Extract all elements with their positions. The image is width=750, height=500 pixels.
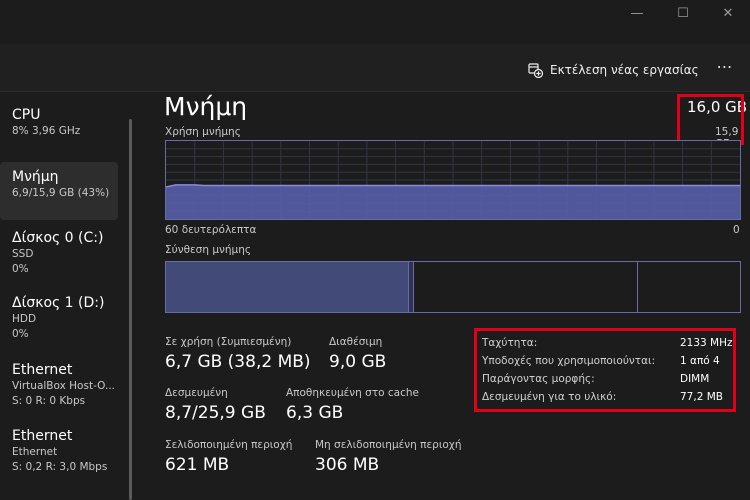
sidebar-item-detail: 0%	[12, 328, 29, 340]
sidebar-item-ethernet-virtualbox[interactable]: Ethernet VirtualBox Host-O... S: 0 R: 0 …	[0, 361, 118, 409]
toolbar: Εκτέλεση νέας εργασίας ⋯	[0, 44, 750, 92]
stat-nonpaged-pool: Μη σελιδοποιημένη περιοχή 306 MB	[315, 438, 462, 478]
sidebar-item-cpu[interactable]: CPU 8% 3,96 GHz	[0, 106, 118, 139]
title-bar: — ☐ ✕	[0, 0, 750, 44]
stat-label: Σε χρήση (Συμπιεσμένη)	[165, 336, 292, 348]
memory-panel: Μνήμη 16,0 GB Χρήση μνήμης 15,9 GB 60 δε…	[132, 92, 750, 500]
memory-usage-graph	[165, 140, 741, 220]
page-title: Μνήμη	[164, 92, 248, 121]
property-value: 1 από 4	[680, 355, 720, 367]
sidebar-item-ethernet[interactable]: Ethernet Ethernet S: 0,2 R: 3,0 Mbps	[0, 427, 118, 475]
property-value: 2133 MHz	[680, 337, 733, 349]
sidebar-item-title: Δίσκος 1 (D:)	[12, 295, 105, 311]
sidebar-item-detail: HDD	[12, 313, 37, 325]
property-row: Ταχύτητα: 2133 MHz	[482, 337, 733, 355]
close-button[interactable]: ✕	[705, 0, 750, 28]
stat-value: 621 MB	[165, 455, 230, 475]
stat-label: Αποθηκευμένη στο cache	[286, 387, 419, 399]
memory-composition-label: Σύνθεση μνήμης	[165, 244, 252, 256]
sidebar-item-detail: VirtualBox Host-O...	[12, 380, 116, 392]
property-name: Υποδοχές που χρησιμοποιούνται:	[482, 355, 656, 367]
new-task-icon	[528, 62, 544, 78]
highlight-box-total	[677, 94, 744, 145]
sidebar-item-detail: S: 0,2 R: 3,0 Mbps	[12, 461, 108, 473]
memory-composition-bar	[165, 261, 741, 313]
run-new-task-label: Εκτέλεση νέας εργασίας	[550, 63, 699, 77]
property-row: Δεσμευμένη για το υλικό: 77,2 MB	[482, 391, 733, 409]
stat-value: 306 MB	[315, 455, 380, 475]
sidebar-item-detail: SSD	[12, 248, 34, 260]
property-value: 77,2 MB	[680, 391, 723, 403]
sidebar-item-detail: 8% 3,96 GHz	[12, 125, 81, 137]
memory-properties: Ταχύτητα: 2133 MHz Υποδοχές που χρησιμοπ…	[474, 328, 736, 412]
stat-label: Μη σελιδοποιημένη περιοχή	[315, 439, 462, 451]
property-row: Παράγοντας μορφής: DIMM	[482, 373, 733, 391]
sidebar: CPU 8% 3,96 GHz Μνήμη 6,9/15,9 GB (43%) …	[0, 92, 130, 500]
stat-value: 6,3 GB	[286, 403, 344, 423]
stat-value: 6,7 GB (38,2 MB)	[165, 352, 311, 372]
sidebar-item-memory[interactable]: Μνήμη 6,9/15,9 GB (43%)	[0, 162, 118, 220]
sidebar-item-detail: 0%	[12, 263, 29, 275]
run-new-task-button[interactable]: Εκτέλεση νέας εργασίας	[528, 60, 699, 80]
property-name: Δεσμευμένη για το υλικό:	[482, 391, 617, 403]
more-options-button[interactable]: ⋯	[708, 56, 742, 82]
sidebar-item-title: CPU	[12, 107, 41, 123]
property-value: DIMM	[680, 373, 710, 385]
graph-axis-zero: 0	[733, 224, 740, 236]
stat-committed: Δεσμευμένη 8,7/25,9 GB	[165, 386, 266, 426]
stat-label: Δεσμευμένη	[165, 387, 228, 399]
memory-usage-area	[166, 184, 740, 219]
composition-in-use	[166, 262, 409, 312]
stat-value: 8,7/25,9 GB	[165, 403, 266, 423]
sidebar-item-detail: Ethernet	[12, 446, 58, 458]
maximize-button[interactable]: ☐	[660, 0, 706, 28]
stat-label: Διαθέσιμη	[329, 336, 383, 348]
graph-time-span: 60 δευτερόλεπτα	[165, 224, 257, 236]
stat-paged-pool: Σελιδοποιημένη περιοχή 621 MB	[165, 438, 292, 478]
memory-usage-graph-svg	[166, 141, 740, 219]
sidebar-item-title: Ethernet	[12, 428, 73, 444]
sidebar-item-disk-1[interactable]: Δίσκος 1 (D:) HDD 0%	[0, 294, 118, 342]
property-row: Υποδοχές που χρησιμοποιούνται: 1 από 4	[482, 355, 733, 373]
sidebar-item-title: Μνήμη	[12, 169, 59, 185]
stat-value: 9,0 GB	[329, 352, 387, 372]
stat-label: Σελιδοποιημένη περιοχή	[165, 439, 293, 451]
property-name: Ταχύτητα:	[482, 337, 538, 349]
stat-in-use: Σε χρήση (Συμπιεσμένη) 6,7 GB (38,2 MB)	[165, 335, 311, 375]
property-name: Παράγοντας μορφής:	[482, 373, 595, 385]
minimize-button[interactable]: —	[614, 0, 660, 28]
memory-usage-label: Χρήση μνήμης	[165, 126, 241, 138]
composition-standby	[415, 262, 638, 312]
sidebar-item-disk-0[interactable]: Δίσκος 0 (C:) SSD 0%	[0, 229, 118, 277]
sidebar-item-detail: S: 0 R: 0 Kbps	[12, 395, 86, 407]
sidebar-item-detail: 6,9/15,9 GB (43%)	[12, 187, 110, 199]
stat-available: Διαθέσιμη 9,0 GB	[329, 335, 386, 375]
sidebar-item-title: Δίσκος 0 (C:)	[12, 230, 104, 246]
composition-modified	[409, 262, 414, 312]
stat-cached: Αποθηκευμένη στο cache 6,3 GB	[286, 386, 419, 426]
sidebar-item-title: Ethernet	[12, 362, 73, 378]
